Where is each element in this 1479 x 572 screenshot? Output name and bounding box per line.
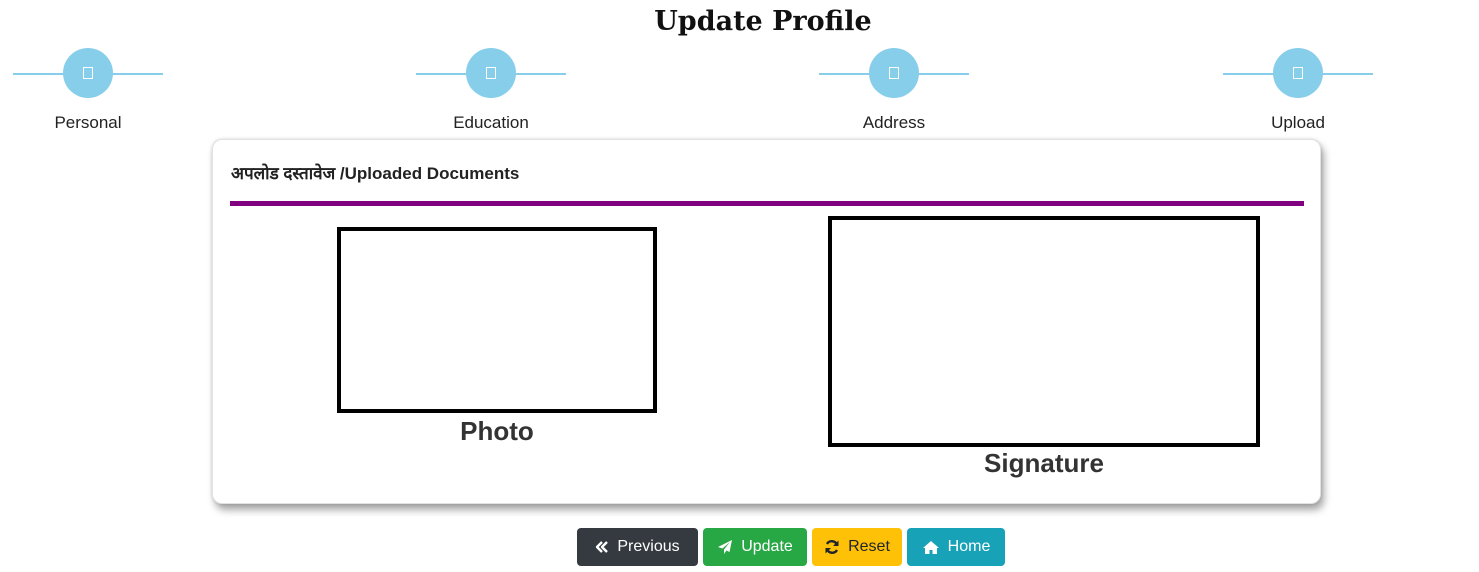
signature-caption: Signature: [984, 448, 1104, 478]
reset-button[interactable]: Reset: [812, 528, 902, 566]
refresh-icon: [825, 540, 839, 554]
step-upload-button[interactable]: [1273, 48, 1323, 98]
step-personal-button[interactable]: [63, 48, 113, 98]
home-icon: [889, 67, 899, 79]
update-label: Update: [741, 538, 793, 555]
signature-preview: [828, 216, 1260, 447]
upload-icon: [1293, 67, 1303, 79]
step-address-label: Address: [862, 113, 926, 132]
step-education-button[interactable]: [466, 48, 516, 98]
double-chevron-left-icon: [596, 541, 609, 553]
card-heading: अपलोड दस्तावेज /Uploaded Documents: [231, 164, 520, 183]
step-address-button[interactable]: [869, 48, 919, 98]
previous-label: Previous: [617, 538, 680, 555]
step-education-label: Education: [453, 113, 529, 132]
step-personal: Personal: [8, 48, 168, 138]
update-button[interactable]: Update: [703, 528, 807, 566]
step-upload-label: Upload: [1271, 113, 1325, 132]
photo-preview: [337, 227, 657, 413]
update-profile-page: Update Profile Personal Education Addres…: [0, 0, 1479, 572]
reset-label: Reset: [848, 538, 890, 555]
previous-button[interactable]: Previous: [577, 528, 698, 566]
heading-divider: [230, 201, 1304, 206]
home-icon: [922, 540, 939, 554]
uploaded-documents-card: अपलोड दस्तावेज /Uploaded Documents Photo…: [212, 139, 1321, 504]
step-upload: Upload: [1218, 48, 1378, 138]
home-label: Home: [947, 538, 991, 555]
step-address: Address: [814, 48, 974, 138]
step-education: Education: [411, 48, 571, 138]
paper-plane-icon: [718, 540, 733, 554]
graduation-icon: [486, 67, 496, 79]
user-icon: [83, 67, 93, 79]
step-personal-label: Personal: [54, 113, 122, 132]
photo-caption: Photo: [460, 416, 534, 446]
page-title: Update Profile: [654, 6, 872, 37]
home-button[interactable]: Home: [907, 528, 1005, 566]
